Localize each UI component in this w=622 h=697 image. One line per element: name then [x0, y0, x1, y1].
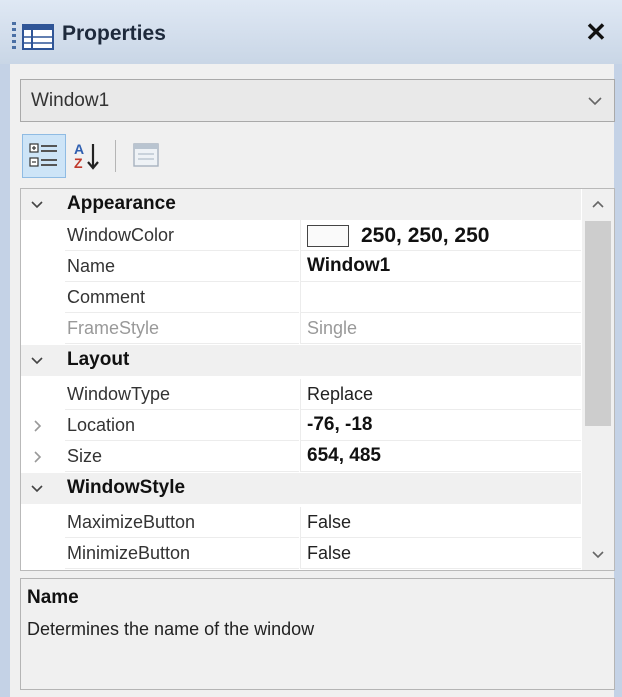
property-value: False [307, 512, 352, 532]
chevron-down-icon[interactable] [29, 481, 45, 497]
property-name: WindowColor [67, 225, 175, 245]
svg-text:Z: Z [74, 155, 83, 171]
category-row-appearance[interactable]: Appearance [21, 189, 581, 220]
property-name-cell: Location [65, 410, 299, 441]
property-name-cell: MaximizeButton [65, 507, 299, 538]
properties-window-icon [22, 24, 54, 50]
description-text: Determines the name of the window [27, 619, 315, 639]
chevron-down-icon[interactable] [29, 353, 45, 369]
property-value: 250, 250, 250 [361, 224, 490, 247]
property-pages-button[interactable] [124, 134, 168, 178]
property-row-windowtype[interactable]: WindowType Replace [21, 379, 581, 410]
properties-panel: Properties ✕ Window1 A Z Appearance Wind… [0, 0, 622, 697]
property-name: MaximizeButton [67, 512, 196, 532]
property-value-cell[interactable]: False [300, 507, 581, 538]
property-value-cell[interactable]: False [300, 538, 581, 569]
property-name-cell: WindowType [65, 379, 299, 410]
property-row-location[interactable]: Location -76, -18 [21, 410, 581, 441]
property-name: WindowType [67, 384, 171, 404]
property-value-cell[interactable]: Window1 [300, 251, 581, 282]
description-title: Name [27, 587, 79, 608]
category-label: Layout [67, 349, 130, 370]
frame-border-right [614, 64, 622, 697]
property-value: Window1 [307, 255, 391, 276]
category-row-layout[interactable]: Layout [21, 345, 581, 376]
property-name-cell: FrameStyle [65, 313, 299, 344]
close-icon[interactable]: ✕ [584, 19, 608, 45]
categorized-view-button[interactable] [22, 134, 66, 178]
property-value-cell[interactable]: 250, 250, 250 [300, 220, 581, 251]
chevron-down-icon[interactable] [29, 197, 45, 213]
property-row-maximizebutton[interactable]: MaximizeButton False [21, 507, 581, 538]
property-value-cell[interactable]: -76, -18 [300, 410, 581, 441]
property-name: Name [67, 256, 116, 276]
property-name: FrameStyle [67, 318, 160, 338]
category-label: Appearance [67, 193, 176, 214]
title-bar[interactable]: Properties ✕ [0, 0, 622, 64]
property-toolbar: A Z [20, 134, 615, 182]
property-pages-icon [133, 143, 159, 167]
property-name: Size [67, 446, 103, 466]
property-name-cell: MinimizeButton [65, 538, 299, 569]
property-row-minimizebutton[interactable]: MinimizeButton False [21, 538, 581, 569]
property-value: -76, -18 [307, 414, 373, 435]
chevron-right-icon[interactable] [29, 418, 45, 434]
property-value-cell[interactable]: 654, 485 [300, 441, 581, 472]
property-value: Replace [307, 384, 374, 404]
description-pane: Name Determines the name of the window [20, 578, 615, 690]
property-value-cell[interactable]: Replace [300, 379, 581, 410]
scroll-down-icon[interactable] [590, 548, 606, 562]
property-value: 654, 485 [307, 445, 381, 466]
scroll-up-icon[interactable] [590, 197, 606, 211]
property-row-size[interactable]: Size 654, 485 [21, 441, 581, 472]
property-grid: Appearance WindowColor 250, 250, 250 Nam… [20, 188, 615, 571]
property-value-cell[interactable] [300, 282, 581, 313]
property-name-cell: Name [65, 251, 299, 282]
property-name: MinimizeButton [67, 543, 191, 563]
chevron-right-icon[interactable] [29, 449, 45, 465]
color-swatch [307, 225, 349, 247]
panel-title: Properties [62, 22, 166, 45]
chevron-down-icon [588, 97, 602, 106]
property-name-cell: WindowColor [65, 220, 299, 251]
property-value-cell[interactable]: Single [300, 313, 581, 344]
alphabetical-sort-button[interactable]: A Z [66, 134, 110, 178]
property-row-windowcolor[interactable]: WindowColor 250, 250, 250 [21, 220, 581, 251]
property-name: Comment [67, 287, 146, 307]
vertical-scrollbar[interactable] [582, 189, 614, 570]
selected-object-label: Window1 [31, 90, 110, 111]
alphabetical-sort-icon: A Z [74, 141, 99, 171]
categorized-view-icon [29, 143, 57, 167]
property-value: False [307, 543, 352, 563]
drag-grip-icon[interactable] [12, 22, 16, 50]
property-row-framestyle[interactable]: FrameStyle Single [21, 313, 581, 344]
frame-border-left [0, 64, 10, 697]
property-value: Single [307, 318, 358, 338]
category-row-windowstyle[interactable]: WindowStyle [21, 473, 581, 504]
toolbar-separator [115, 140, 116, 172]
property-row-name[interactable]: Name Window1 [21, 251, 581, 282]
property-name-cell: Size [65, 441, 299, 472]
object-selector-dropdown[interactable]: Window1 [20, 79, 615, 122]
property-row-comment[interactable]: Comment [21, 282, 581, 313]
category-label: WindowStyle [67, 477, 186, 498]
property-name: Location [67, 415, 136, 435]
scrollbar-thumb[interactable] [585, 221, 611, 426]
property-name-cell: Comment [65, 282, 299, 313]
